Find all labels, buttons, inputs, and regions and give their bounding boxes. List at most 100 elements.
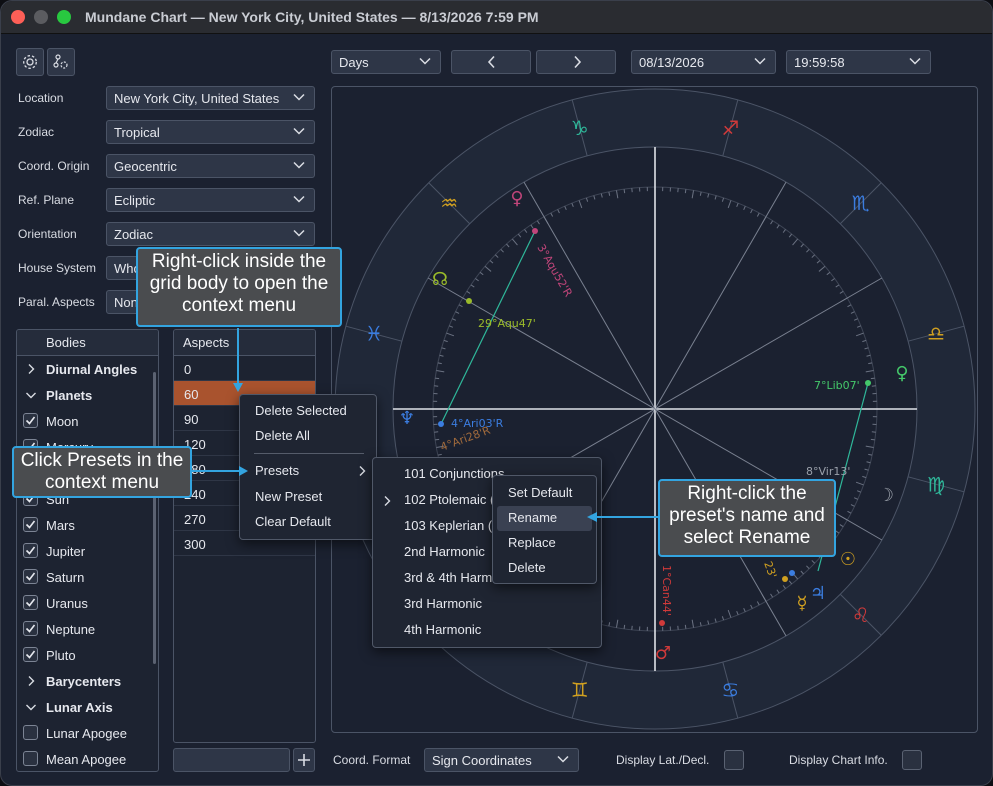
ref-plane-dropdown[interactable]: Ecliptic [106,188,315,212]
preset-item[interactable]: 3rd Harmonic [373,592,601,617]
orientation-label: Orientation [18,227,77,241]
chevron-right-icon[interactable] [25,675,37,687]
chevron-down-icon [754,57,766,65]
callout-rename: Right-click the preset's name and select… [658,479,836,557]
chevron-right-icon[interactable] [25,363,37,375]
bodies-list: Diurnal AnglesPlanetsMoonMercuryVenusSun… [17,356,152,771]
degree-tick [623,624,626,629]
location-dropdown[interactable]: New York City, United States [106,86,315,110]
preset-action-replace[interactable]: Replace [493,531,596,556]
menu-item-new-preset[interactable]: New Preset [240,485,376,510]
bodies-group-row[interactable]: Barycenters [17,668,152,694]
display-latdecl-label: Display Lat./Decl. [616,753,710,767]
menu-item-clear-default[interactable]: Clear Default [240,510,376,535]
coord-format-dropdown[interactable]: Sign Coordinates [424,748,579,772]
menu-item-delete-selected[interactable]: Delete Selected [240,399,376,424]
planet-glyph: ☉ [840,549,856,570]
bodies-row-label: Planets [46,388,93,403]
nodes-gear-icon [53,54,68,69]
zodiac-sign-glyph: ♋ [721,678,739,702]
bodies-item-row[interactable]: Uranus [17,590,152,616]
ref-plane-value: Ecliptic [114,193,156,208]
preset-action-set-default[interactable]: Set Default [493,481,596,506]
degree-tick [684,189,687,194]
bodies-scrollbar[interactable] [153,372,156,664]
display-chartinfo-checkbox[interactable] [902,750,922,770]
preset-action-delete[interactable]: Delete [493,556,596,581]
aspects-header: Aspects [174,330,315,356]
bodies-item-row[interactable]: Neptune [17,616,152,642]
zodiac-sign-glyph: ♏ [852,191,870,215]
position-label: 7°Lib07' [814,379,860,392]
zodiac-value: Tropical [114,125,160,140]
planet-glyph: ♀ [510,188,523,209]
time-value: 19:59:58 [794,55,845,70]
menu-item-presets[interactable]: Presets [240,459,376,484]
body-checkbox[interactable] [23,725,38,740]
coord-origin-dropdown[interactable]: Geocentric [106,154,315,178]
aspect-row[interactable]: 0 [174,356,315,381]
chevron-down-icon [293,127,305,135]
gear-icon [23,55,37,69]
chevron-down-icon [557,755,569,763]
paral-aspects-label: Paral. Aspects [18,295,95,309]
degree-tick [435,438,440,441]
orientation-dropdown[interactable]: Zodiac [106,222,315,246]
bodies-item-row[interactable]: Saturn [17,564,152,590]
bodies-group-row[interactable]: Planets [17,382,152,408]
body-checkbox[interactable] [23,647,38,662]
time-picker[interactable]: 19:59:58 [786,50,931,74]
planet-glyph: ♃ [810,583,826,604]
settings-button[interactable] [16,48,44,76]
menu-item-delete-all[interactable]: Delete All [240,424,376,449]
bodies-item-row[interactable]: Mars [17,512,152,538]
bodies-row-label: Neptune [46,622,96,637]
preset-item[interactable]: 4th Harmonic [373,618,601,643]
chevron-down-icon[interactable] [25,389,37,401]
step-unit-value: Days [339,55,369,70]
zodiac-sign-glyph: ♌ [852,603,870,627]
step-back-button[interactable] [451,50,531,74]
bodies-item-row[interactable]: Mean Apogee [17,746,152,771]
preset-action-rename[interactable]: Rename [497,506,592,531]
body-checkbox[interactable] [23,569,38,584]
bodies-group-row[interactable]: Lunar Axis [17,694,152,720]
coord-format-label: Coord. Format [333,753,411,767]
new-aspect-input[interactable] [173,748,290,772]
bodies-item-row[interactable]: Jupiter [17,538,152,564]
zodiac-dropdown[interactable]: Tropical [106,120,315,144]
bodies-row-label: Jupiter [46,544,86,559]
step-unit-dropdown[interactable]: Days [331,50,441,74]
body-checkbox[interactable] [23,543,38,558]
step-forward-button[interactable] [536,50,616,74]
chevron-down-icon[interactable] [25,701,37,713]
zodiac-label: Zodiac [18,125,55,139]
orientation-value: Zodiac [114,227,154,242]
chevron-down-icon [293,229,305,237]
bodies-item-row[interactable]: Lunar Apogee [17,720,152,746]
chevron-down-icon [909,57,921,65]
display-latdecl-checkbox[interactable] [724,750,744,770]
date-picker[interactable]: 08/13/2026 [631,50,776,74]
body-checkbox[interactable] [23,621,38,636]
ref-plane-label: Ref. Plane [18,193,75,207]
close-window-button[interactable] [11,10,25,24]
bodies-row-label: Lunar Apogee [46,726,127,741]
body-checkbox[interactable] [23,413,38,428]
preset-actions-submenu: Set Default Rename Replace Delete [492,475,597,584]
position-dot [789,570,795,576]
chevron-down-icon [293,93,305,101]
bodies-item-row[interactable]: Moon [17,408,152,434]
minimize-window-button[interactable] [34,10,48,24]
chart-settings-button[interactable] [47,48,75,76]
zoom-window-button[interactable] [57,10,71,24]
body-checkbox[interactable] [23,595,38,610]
bodies-header: Bodies [17,330,158,356]
body-checkbox[interactable] [23,751,38,766]
position-label: 29°Aqu47' [478,317,536,330]
chevron-down-icon [293,161,305,169]
add-aspect-button[interactable] [293,748,315,772]
bodies-item-row[interactable]: Pluto [17,642,152,668]
body-checkbox[interactable] [23,517,38,532]
bodies-group-row[interactable]: Diurnal Angles [17,356,152,382]
